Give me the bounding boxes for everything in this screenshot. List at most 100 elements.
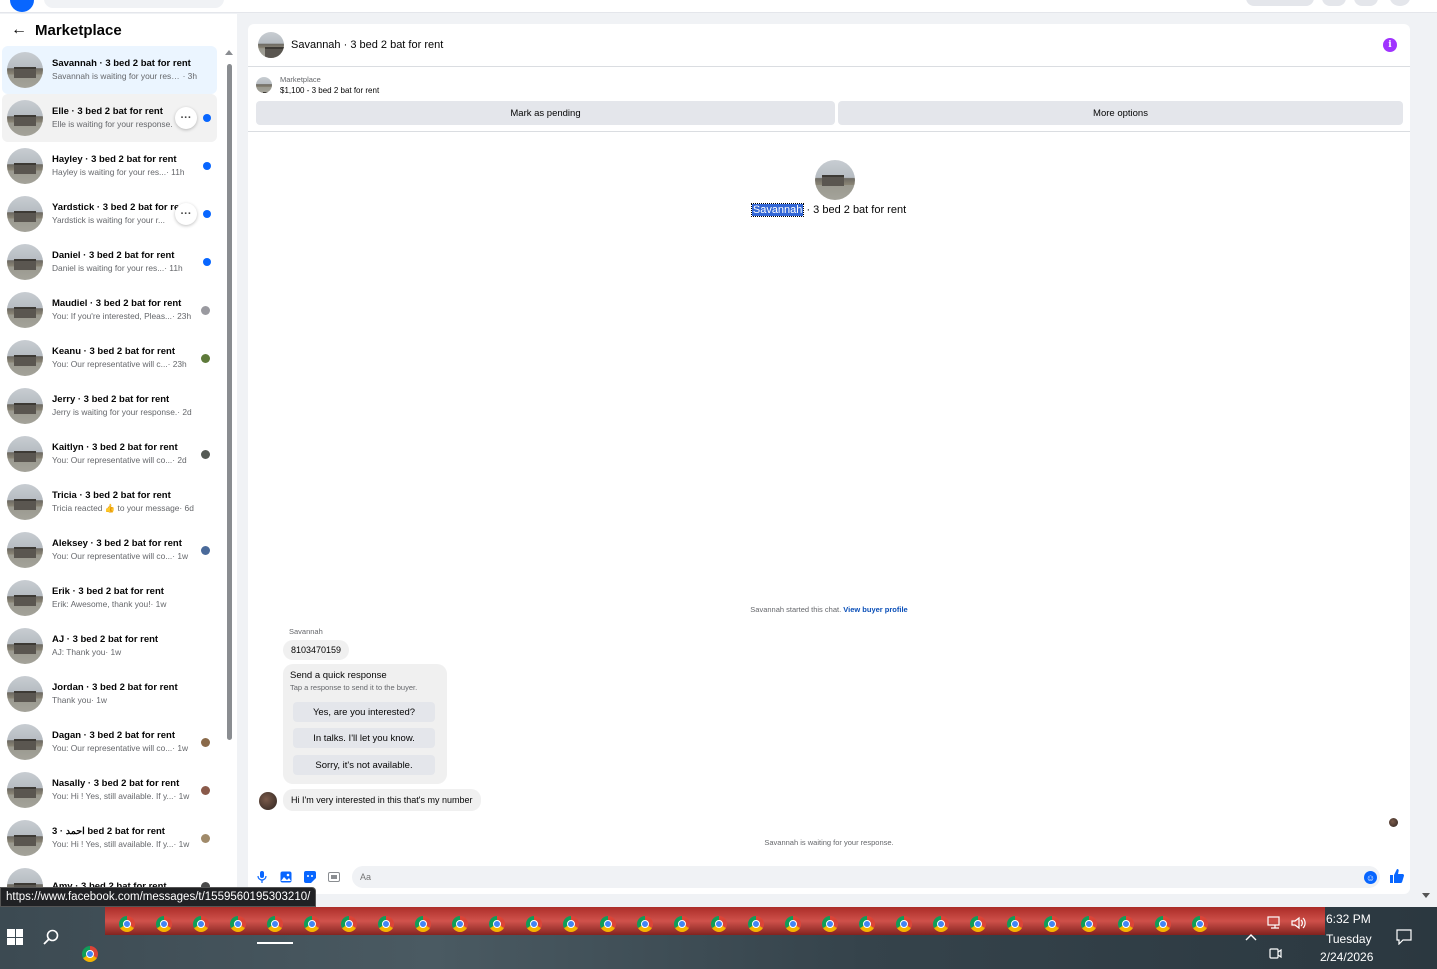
chat-title[interactable]: Savannah · 3 bed 2 bat for rent <box>291 39 443 51</box>
chrome-app-icon[interactable] <box>970 916 986 932</box>
photo-icon[interactable] <box>280 871 292 883</box>
conversation-item[interactable]: Daniel · 3 bed 2 bat for rent Daniel is w… <box>2 238 217 286</box>
gif-icon[interactable] <box>328 871 340 883</box>
search-icon[interactable] <box>42 928 60 946</box>
conversation-name: Aleksey · 3 bed 2 bat for rent <box>52 538 182 549</box>
view-buyer-profile-link[interactable]: View buyer profile <box>843 605 907 614</box>
conversation-name: Kaitlyn · 3 bed 2 bat for rent <box>52 442 178 453</box>
quick-response-option[interactable]: In talks. I'll let you know. <box>293 728 435 748</box>
chrome-app-icon[interactable] <box>1155 916 1171 932</box>
network-icon[interactable] <box>1267 915 1283 931</box>
chrome-app-icon[interactable] <box>304 916 320 932</box>
microphone-icon[interactable] <box>256 871 268 883</box>
more-options-icon[interactable]: ··· <box>175 107 197 129</box>
chrome-app-icon[interactable] <box>489 916 505 932</box>
chrome-app-icon[interactable] <box>230 916 246 932</box>
quick-response-option[interactable]: Sorry, it's not available. <box>293 755 435 775</box>
chrome-app-icon[interactable] <box>526 916 542 932</box>
chrome-app-icon[interactable] <box>415 916 431 932</box>
chrome-app-icon[interactable] <box>600 916 616 932</box>
windows-start-icon[interactable] <box>7 929 23 945</box>
chrome-app-icon[interactable] <box>82 946 98 962</box>
chrome-app-icon[interactable] <box>1192 916 1208 932</box>
volume-icon[interactable] <box>1291 915 1307 931</box>
chrome-app-icon[interactable] <box>267 916 283 932</box>
conversation-name: Maudiel · 3 bed 2 bat for rent <box>52 298 182 309</box>
clock-date[interactable]: 2/24/2026 <box>1320 950 1373 964</box>
more-options-button[interactable]: More options <box>838 101 1403 125</box>
chrome-app-icon[interactable] <box>896 916 912 932</box>
conversation-item[interactable]: Keanu · 3 bed 2 bat for rent You: Our rep… <box>2 334 217 382</box>
listing-thumbnail <box>256 77 272 93</box>
more-options-icon[interactable]: ··· <box>175 203 197 225</box>
profile-avatar[interactable] <box>815 160 855 200</box>
chrome-app-icon[interactable] <box>193 916 209 932</box>
scroll-down-arrow-icon[interactable] <box>1422 893 1430 898</box>
notifications-icon[interactable] <box>1396 929 1412 945</box>
conversation-item[interactable]: Tricia · 3 bed 2 bat for rent Tricia reac… <box>2 478 217 526</box>
conversation-item[interactable]: Hayley · 3 bed 2 bat for rent Hayley is w… <box>2 142 217 190</box>
info-icon[interactable]: i <box>1383 38 1397 52</box>
sidebar-scrollbar[interactable] <box>225 46 234 904</box>
chevron-up-icon[interactable] <box>1243 929 1259 945</box>
sender-avatar[interactable] <box>259 792 277 810</box>
conversation-item[interactable]: Maudiel · 3 bed 2 bat for rent You: If yo… <box>2 286 217 334</box>
chrome-app-icon[interactable] <box>748 916 764 932</box>
emoji-icon[interactable]: ☺ <box>1364 871 1377 884</box>
seen-avatar-icon <box>201 786 210 795</box>
conversation-item[interactable]: Kaitlyn · 3 bed 2 bat for rent You: Our r… <box>2 430 217 478</box>
chrome-app-icon[interactable] <box>822 916 838 932</box>
sticker-icon[interactable] <box>304 871 316 883</box>
messenger-icon[interactable] <box>1354 0 1378 6</box>
clock-day[interactable]: Tuesday <box>1326 932 1372 946</box>
chrome-app-icon[interactable] <box>156 916 172 932</box>
chrome-app-icon[interactable] <box>674 916 690 932</box>
scroll-up-arrow-icon[interactable] <box>225 50 233 55</box>
facebook-logo-icon[interactable] <box>10 0 34 12</box>
chrome-app-icon[interactable] <box>785 916 801 932</box>
chrome-app-icon[interactable] <box>119 916 135 932</box>
menu-icon[interactable] <box>1322 0 1346 6</box>
meet-now-icon[interactable] <box>1267 945 1283 961</box>
chat-header: Savannah · 3 bed 2 bat for rent i <box>248 24 1410 67</box>
listing-summary[interactable]: Marketplace $1,100 - 3 bed 2 bat for ren… <box>256 74 379 96</box>
conversation-item[interactable]: Yardstick · 3 bed 2 bat for rent Yardstic… <box>2 190 217 238</box>
chrome-app-icon[interactable] <box>563 916 579 932</box>
facebook-search[interactable] <box>44 0 224 8</box>
preview-time: · 1w <box>173 839 190 849</box>
account-avatar[interactable] <box>1390 0 1410 6</box>
chrome-app-icon[interactable] <box>1118 916 1134 932</box>
chrome-app-icon[interactable] <box>452 916 468 932</box>
message-bubble[interactable]: Hi I'm very interested in this that's my… <box>283 789 481 811</box>
conversation-item[interactable]: Aleksey · 3 bed 2 bat for rent You: Our r… <box>2 526 217 574</box>
chrome-app-icon[interactable] <box>637 916 653 932</box>
mark-as-pending-button[interactable]: Mark as pending <box>256 101 835 125</box>
message-input[interactable] <box>352 866 1380 888</box>
conversation-item[interactable]: Jordan · 3 bed 2 bat for rent Thank you ·… <box>2 670 217 718</box>
clock-time[interactable]: 6:32 PM <box>1326 912 1371 926</box>
chrome-app-icon[interactable] <box>933 916 949 932</box>
chrome-app-icon[interactable] <box>378 916 394 932</box>
chrome-app-icon[interactable] <box>341 916 357 932</box>
back-arrow-icon[interactable]: ← <box>10 21 28 39</box>
conversation-item[interactable]: AJ · 3 bed 2 bat for rent AJ: Thank you ·… <box>2 622 217 670</box>
chrome-app-icon[interactable] <box>1044 916 1060 932</box>
conversation-item[interactable]: Erik · 3 bed 2 bat for rent Erik: Awesome… <box>2 574 217 622</box>
conversation-item[interactable]: احمد · 3 bed 2 bat for rent You: Hi ! Yes… <box>2 814 217 862</box>
conversation-item[interactable]: Elle · 3 bed 2 bat for rent Elle is waiti… <box>2 94 217 142</box>
conversation-item[interactable]: Jerry · 3 bed 2 bat for rent Jerry is wai… <box>2 382 217 430</box>
chrome-app-icon[interactable] <box>1007 916 1023 932</box>
conversation-avatar <box>7 244 43 280</box>
scrollbar-thumb[interactable] <box>227 64 232 740</box>
quick-response-option[interactable]: Yes, are you interested? <box>293 702 435 722</box>
message-bubble[interactable]: 8103470159 <box>283 640 350 660</box>
chrome-app-icon[interactable] <box>859 916 875 932</box>
conversation-item[interactable]: Dagan · 3 bed 2 bat for rent You: Our rep… <box>2 718 217 766</box>
conversation-item[interactable]: Savannah · 3 bed 2 bat for rent Savannah … <box>2 46 217 94</box>
chrome-app-icon[interactable] <box>711 916 727 932</box>
thumbs-up-icon[interactable] <box>1389 868 1405 884</box>
top-nav-button[interactable] <box>1246 0 1314 6</box>
chat-avatar[interactable] <box>258 32 284 58</box>
chrome-app-icon[interactable] <box>1081 916 1097 932</box>
conversation-item[interactable]: Nasally · 3 bed 2 bat for rent You: Hi ! … <box>2 766 217 814</box>
